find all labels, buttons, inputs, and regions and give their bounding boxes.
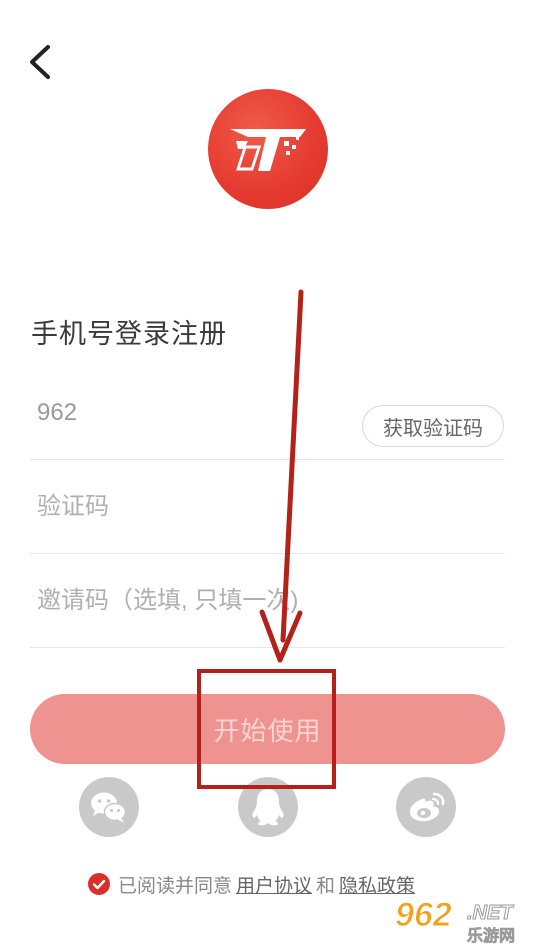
watermark-site-name: 乐游网 xyxy=(467,928,516,946)
watermark-number: 962 xyxy=(395,896,453,935)
annotation-arrow xyxy=(259,289,304,663)
watermark-logo: 962 .NET 乐游网 xyxy=(395,896,531,946)
annotation-highlight-box xyxy=(197,669,336,789)
